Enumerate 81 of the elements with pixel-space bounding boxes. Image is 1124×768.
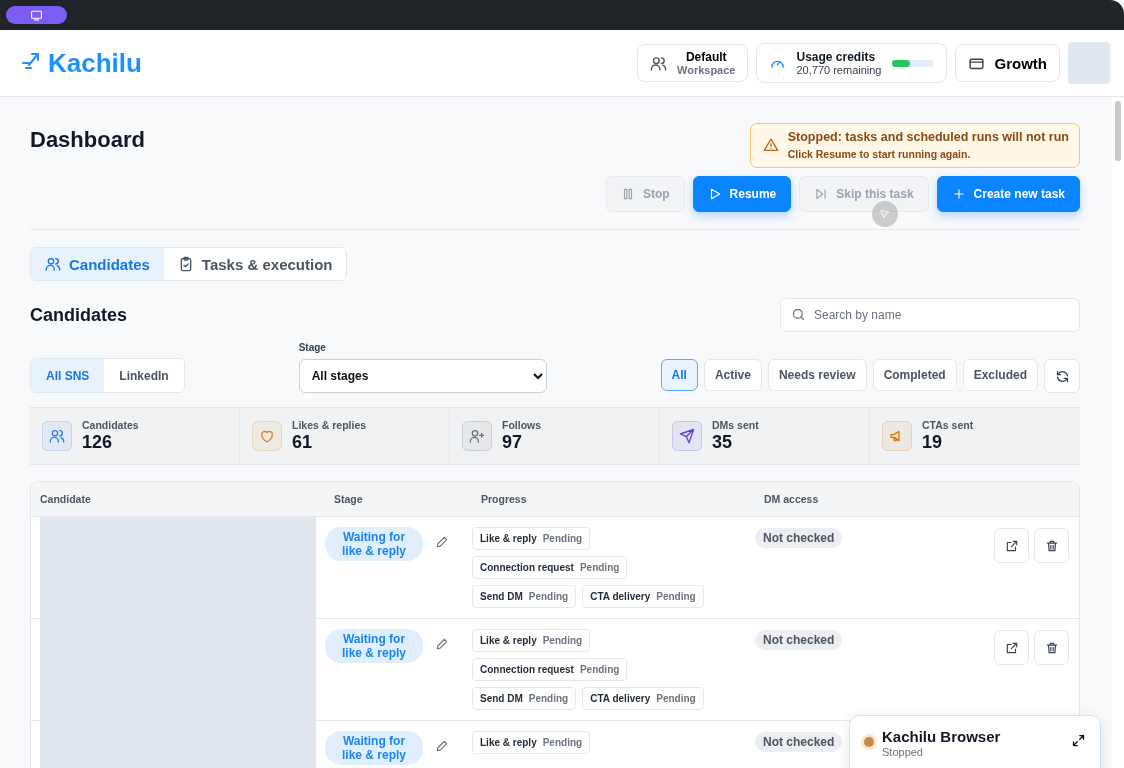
column-header: Candidate	[31, 482, 325, 516]
alert-title: Stopped: tasks and scheduled runs will not run	[787, 130, 1069, 144]
stage-badge: Waiting for like & reply	[325, 731, 423, 765]
create-button[interactable]: Create new task	[936, 176, 1080, 212]
stat-value: 35	[712, 432, 734, 453]
plus-icon	[951, 187, 966, 201]
dm-access-badge: Not checked	[755, 630, 843, 650]
stat-value: 126	[82, 432, 114, 453]
status-filter[interactable]: Needs review	[767, 359, 867, 391]
network-tab[interactable]: All SNS	[31, 359, 105, 392]
workspace-button[interactable]: Default Workspace	[637, 44, 749, 82]
usage-credits-panel[interactable]: Usage credits 20,770 remaining	[756, 43, 947, 83]
stage-badge: Waiting for like & reply	[325, 527, 423, 561]
stat-value: 19	[922, 432, 944, 453]
progress-chip: Send DM Pending	[472, 687, 577, 710]
credits-remaining: 20,770 remaining	[796, 64, 882, 76]
progress-chip: Like & reply Pending	[472, 731, 591, 754]
progress-chip: Like & reply Pending	[472, 629, 591, 652]
tab[interactable]: Candidates	[31, 248, 164, 280]
status-filter[interactable]: Completed	[872, 359, 957, 391]
external-link-icon	[1004, 538, 1019, 553]
refresh-button[interactable]	[1044, 359, 1080, 393]
stat-value: 61	[292, 432, 314, 453]
stat-label: CTAs sent	[922, 419, 974, 431]
stage-label: Stage	[298, 342, 327, 353]
widget-status: Stopped	[882, 746, 924, 758]
stat-label: Follows	[502, 419, 542, 431]
section-title: Candidates	[30, 304, 128, 326]
heart-icon	[259, 428, 275, 444]
plan-button[interactable]: Growth	[954, 44, 1060, 82]
open-external-button[interactable]	[994, 528, 1029, 563]
stat-label: DMs sent	[712, 419, 759, 431]
dm-access-badge: Not checked	[755, 528, 843, 548]
people-icon	[45, 256, 61, 272]
external-link-icon	[1004, 640, 1019, 655]
stat-value: 97	[502, 432, 524, 453]
progress-chip: CTA delivery Pending	[582, 687, 704, 710]
progress-chip: Connection request Pending	[472, 658, 628, 681]
trash-icon	[1044, 538, 1059, 553]
column-header: Progress	[472, 482, 755, 516]
browser-widget[interactable]: Kachilu Browser Stopped	[849, 715, 1101, 768]
people-icon	[49, 428, 65, 444]
column-header: DM access	[755, 482, 1079, 516]
pointer-arrow-icon	[878, 207, 892, 221]
skip-icon	[814, 187, 829, 201]
refresh-icon	[1054, 368, 1070, 384]
send-icon	[679, 428, 695, 444]
people-icon	[650, 54, 667, 72]
status-filter[interactable]: All	[660, 359, 698, 391]
progress-chip: Like & reply Pending	[472, 527, 591, 550]
stage-badge: Waiting for like & reply	[325, 629, 423, 663]
widget-title: Kachilu Browser	[882, 728, 1002, 745]
page-title: Dashboard	[30, 127, 145, 154]
screen-share-badge[interactable]	[6, 6, 67, 24]
search-field[interactable]: Search by name	[780, 298, 1080, 332]
stage-select[interactable]: All stages	[298, 359, 547, 393]
resume-button[interactable]: Resume	[692, 176, 792, 212]
alert-message: Click Resume to start running again.	[787, 148, 972, 160]
progress-chip: CTA delivery Pending	[582, 585, 704, 608]
monitor-icon	[30, 8, 43, 22]
open-external-button[interactable]	[994, 630, 1029, 665]
status-dot	[864, 737, 874, 747]
status-filter[interactable]: Active	[703, 359, 762, 391]
edit-icon	[435, 739, 449, 753]
scrollbar-thumb[interactable]	[1115, 101, 1121, 161]
progress-chip: Connection request Pending	[472, 556, 628, 579]
progress-chip: Send DM Pending	[472, 585, 577, 608]
edit-icon	[435, 637, 449, 651]
edit-icon	[435, 535, 449, 549]
expand-icon	[1071, 733, 1086, 748]
stat-label: Candidates	[82, 419, 139, 431]
add-person-icon	[469, 428, 485, 444]
usage-title: Usage credits	[796, 50, 877, 64]
delete-button[interactable]	[1034, 630, 1069, 665]
column-header: Stage	[325, 482, 472, 516]
stat-label: Likes & replies	[292, 419, 367, 431]
delete-button[interactable]	[1034, 528, 1069, 563]
dm-access-badge: Not checked	[755, 732, 843, 752]
trash-icon	[1044, 640, 1059, 655]
warning-icon	[762, 137, 779, 153]
status-filter[interactable]: Excluded	[962, 359, 1038, 391]
